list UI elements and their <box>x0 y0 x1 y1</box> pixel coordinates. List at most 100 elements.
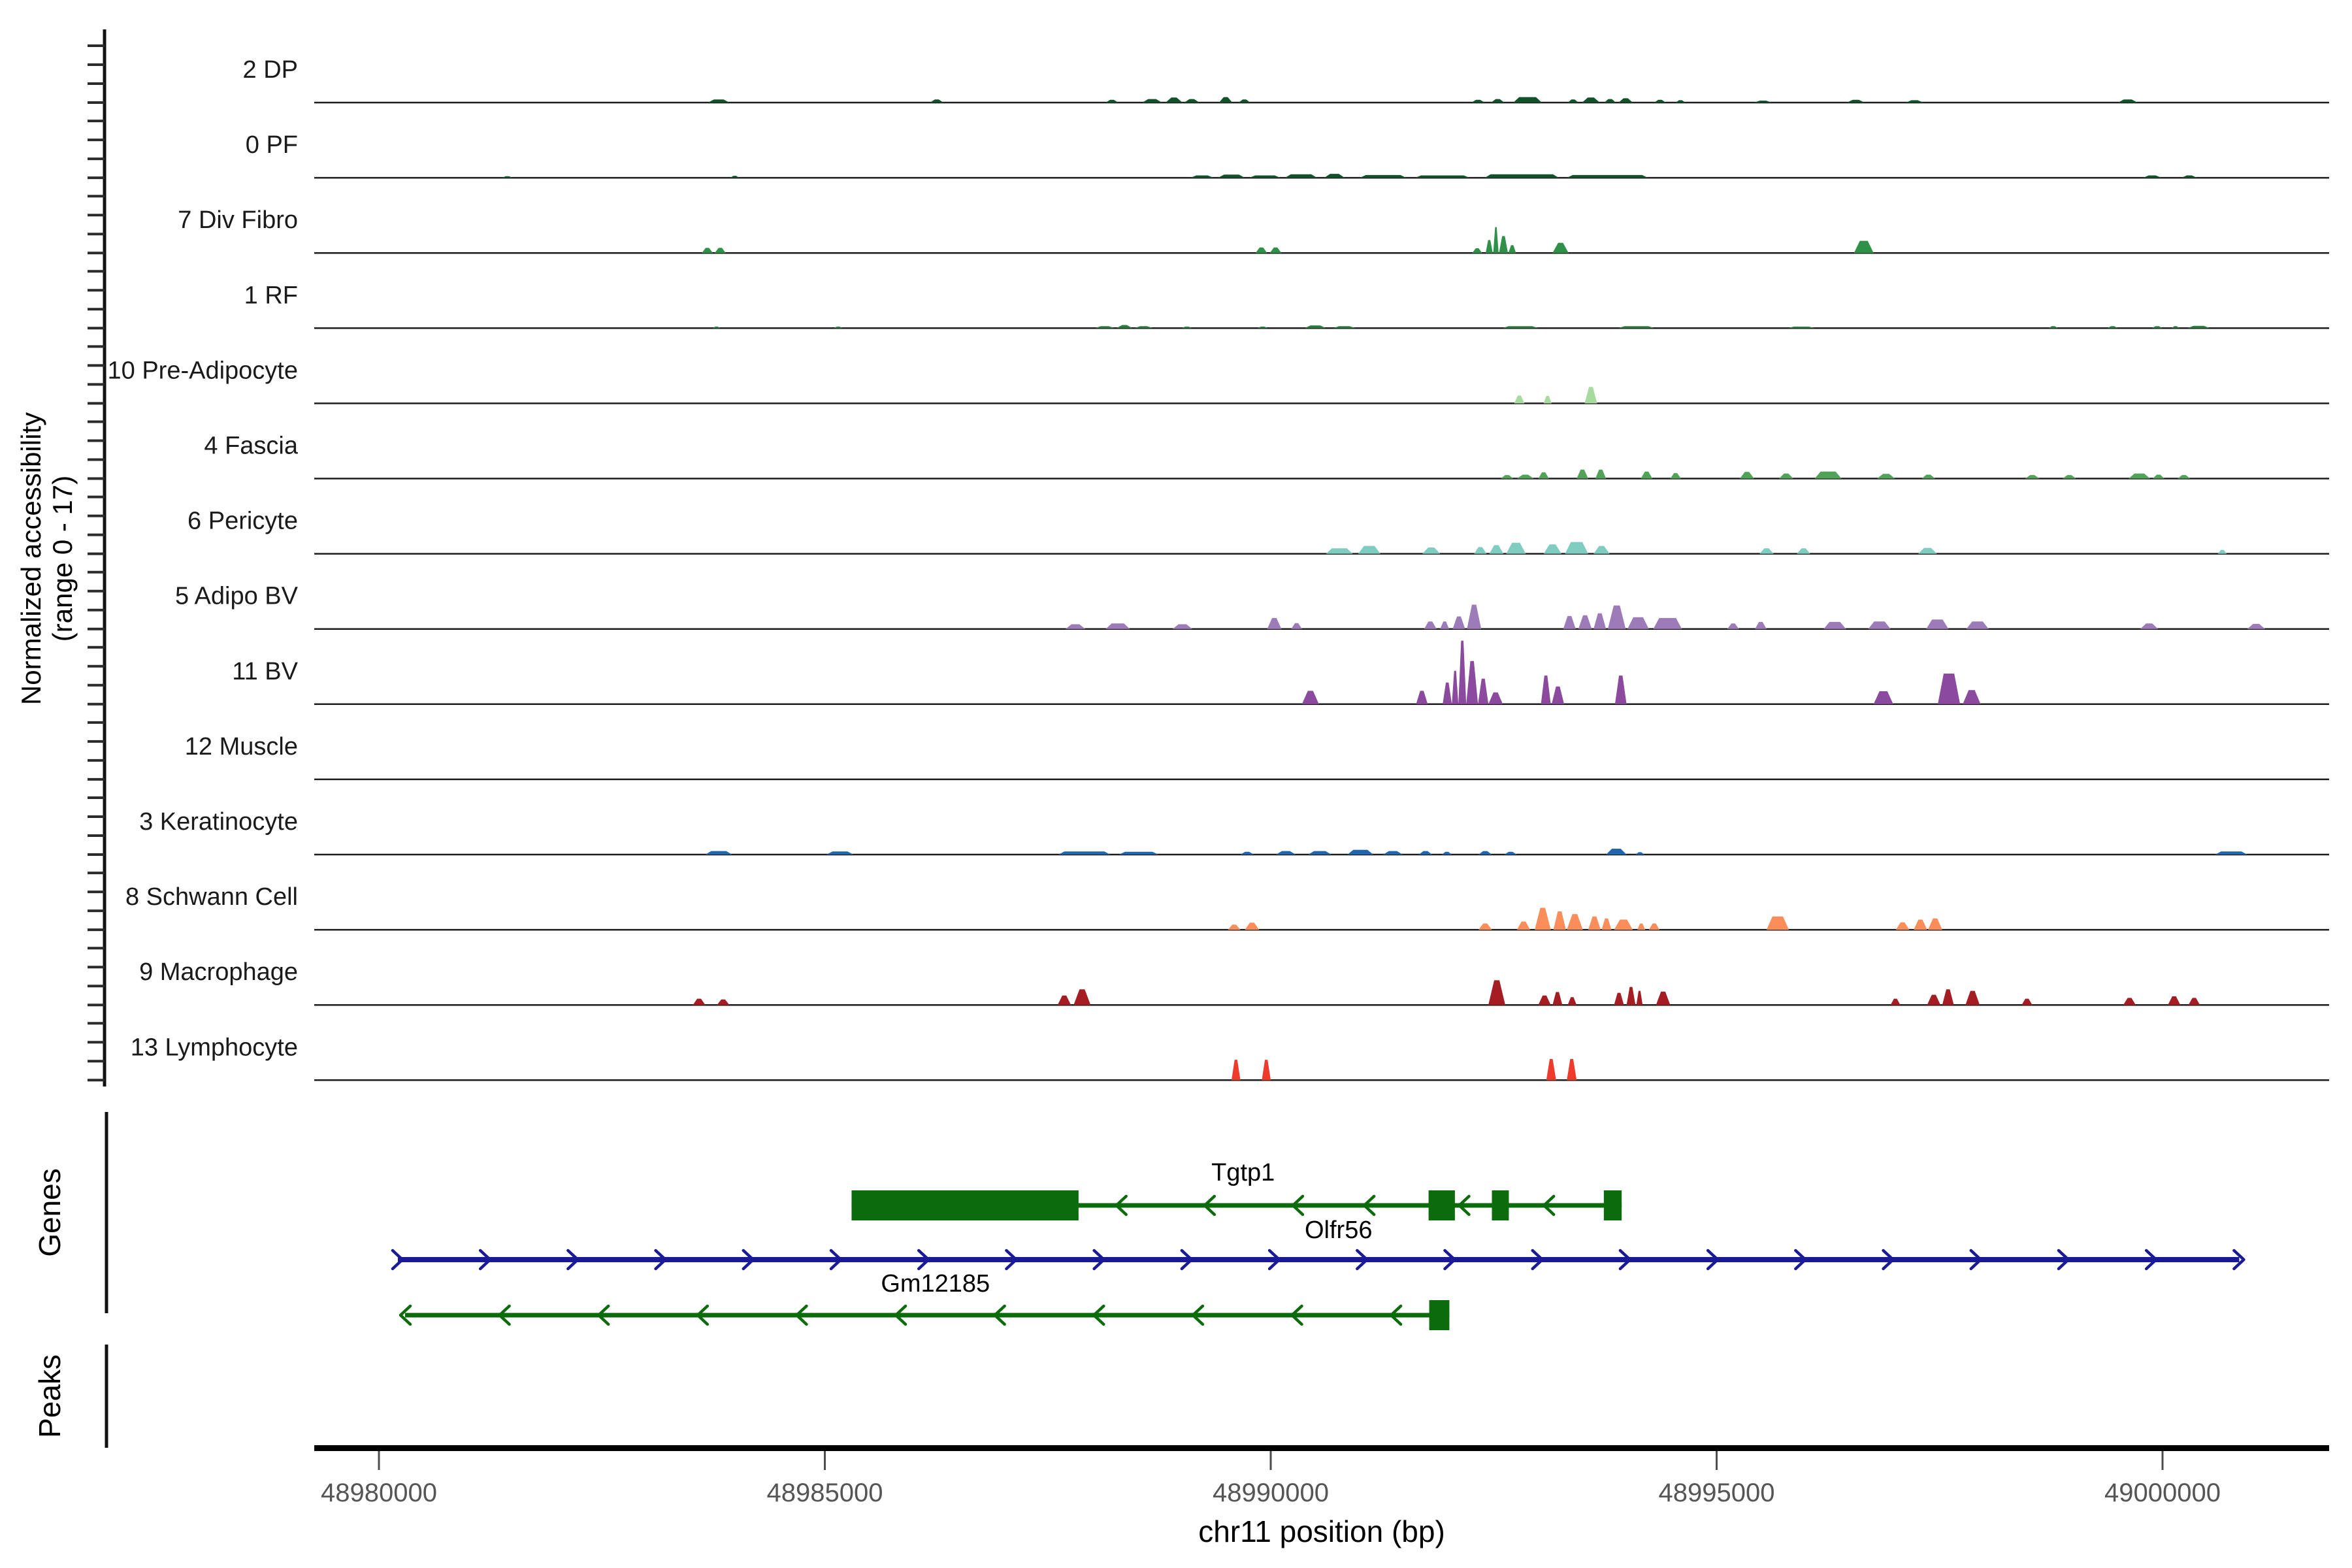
track-row: 2 DP <box>243 56 2329 103</box>
coverage-peak <box>1606 849 1626 855</box>
coverage-peak <box>1471 100 1484 103</box>
coverage-peak <box>1614 920 1633 930</box>
coverage-peak <box>1755 622 1767 629</box>
coverage-peak <box>715 248 726 253</box>
coverage-peak <box>1514 395 1525 403</box>
coverage-peak <box>1291 623 1301 629</box>
coverage-peak <box>1383 851 1403 855</box>
coverage-peak <box>1302 691 1319 704</box>
coverage-peak <box>1554 911 1566 930</box>
x-tick-label: 48995000 <box>1659 1478 1775 1507</box>
coverage-peak <box>1066 625 1085 629</box>
track-row: 4 Fascia <box>204 433 2329 479</box>
coverage-peak <box>1539 996 1551 1005</box>
coverage-peak <box>2247 624 2265 629</box>
coverage-peak <box>2168 996 2180 1005</box>
coverage-peak <box>1788 327 1815 328</box>
coverage-peak <box>1578 615 1592 629</box>
coverage-peak <box>1654 100 1666 103</box>
coverage-peak <box>2187 326 2210 329</box>
coverage-peak <box>1797 548 1810 553</box>
coverage-peak <box>1419 851 1432 855</box>
gene-label: Tgtp1 <box>1211 1159 1275 1186</box>
coverage-peak <box>1117 325 1133 329</box>
x-axis-bar <box>314 1445 2329 1451</box>
coverage-peak <box>1466 661 1478 704</box>
track-row: 12 Muscle <box>185 733 2329 779</box>
coverage-peak <box>2153 475 2164 479</box>
x-tick-label: 49000000 <box>2104 1478 2221 1507</box>
coverage-peak <box>1869 621 1891 629</box>
coverage-peak <box>1184 99 1200 103</box>
track-label: 0 PF <box>246 131 298 159</box>
coverage-peak <box>1595 470 1606 479</box>
track-label: 3 Keratinocyte <box>139 808 298 836</box>
coverage-peak <box>730 176 740 178</box>
coverage-peak <box>1568 997 1577 1005</box>
coverage-peak <box>1239 99 1250 103</box>
coverage-peak <box>1601 919 1611 930</box>
coverage-peak <box>1656 992 1671 1005</box>
coverage-peak <box>2118 99 2138 103</box>
gene-exon <box>1429 1300 1450 1330</box>
coverage-peak <box>1740 472 1754 478</box>
track-label: 10 Pre-Adipocyte <box>108 357 299 384</box>
coverage-peak <box>1567 175 1648 178</box>
y-axis-ticks <box>88 46 105 1080</box>
track-label: 9 Macrophage <box>139 958 298 986</box>
coverage-peak <box>1218 174 1245 178</box>
coverage-peak <box>1249 176 1281 178</box>
coverage-plot-canvas: Normalized accessibility (range 0 - 17) … <box>0 0 2352 1568</box>
track-row: 8 Schwann Cell <box>125 883 2329 930</box>
coverage-peak <box>1333 326 1356 328</box>
track-row: 3 Keratinocyte <box>139 808 2329 855</box>
gene-exon <box>1492 1190 1509 1220</box>
coverage-peak <box>1503 326 1539 328</box>
coverage-peak <box>930 99 943 103</box>
coverage-peak <box>1582 97 1599 103</box>
coverage-peak <box>2152 326 2163 328</box>
coverage-peak <box>1891 999 1901 1005</box>
coverage-peak <box>1615 676 1627 704</box>
coverage-peak <box>1119 852 1158 855</box>
coverage-peak <box>1535 908 1551 930</box>
coverage-peak <box>1541 676 1551 704</box>
coverage-peak <box>826 851 853 855</box>
coverage-peak <box>1440 621 1449 629</box>
coverage-peak <box>1228 924 1240 930</box>
coverage-peak <box>1472 248 1482 253</box>
coverage-peak <box>1618 98 1633 103</box>
coverage-peak <box>1654 618 1682 629</box>
coverage-peak <box>1073 989 1090 1005</box>
track-row: 9 Macrophage <box>139 958 2329 1005</box>
coverage-peak <box>1347 850 1373 855</box>
track-label: 1 RF <box>244 282 298 309</box>
coverage-peak <box>1262 1060 1271 1080</box>
coverage-peak <box>1491 99 1504 103</box>
track-row: 1 RF <box>244 282 2329 328</box>
coverage-peak <box>1593 613 1606 629</box>
coverage-peak <box>1486 240 1493 253</box>
coverage-peak <box>1552 687 1564 704</box>
coverage-peak <box>1499 236 1508 253</box>
track-row: 11 BV <box>232 641 2329 704</box>
coverage-peak <box>1494 227 1499 253</box>
coverage-peak <box>2189 998 2200 1005</box>
track-row: 0 PF <box>246 131 2329 178</box>
coverage-peak <box>1488 693 1503 704</box>
coverage-peak <box>1614 993 1624 1005</box>
coverage-peak <box>1963 690 1980 704</box>
track-label: 6 Pericyte <box>188 508 298 535</box>
coverage-peak <box>1914 920 1927 930</box>
coverage-peak <box>1241 852 1254 855</box>
coverage-peak <box>1517 922 1530 930</box>
coverage-peak <box>702 248 713 253</box>
coverage-peak <box>1938 674 1960 704</box>
coverage-peak <box>1509 245 1516 253</box>
coverage-peak <box>1847 100 1865 103</box>
coverage-peak <box>1593 546 1610 554</box>
coverage-peak <box>2218 550 2227 554</box>
coverage-peak <box>1649 924 1659 930</box>
coverage-peak <box>2181 176 2198 178</box>
strand-chevron-icon <box>393 1250 402 1269</box>
